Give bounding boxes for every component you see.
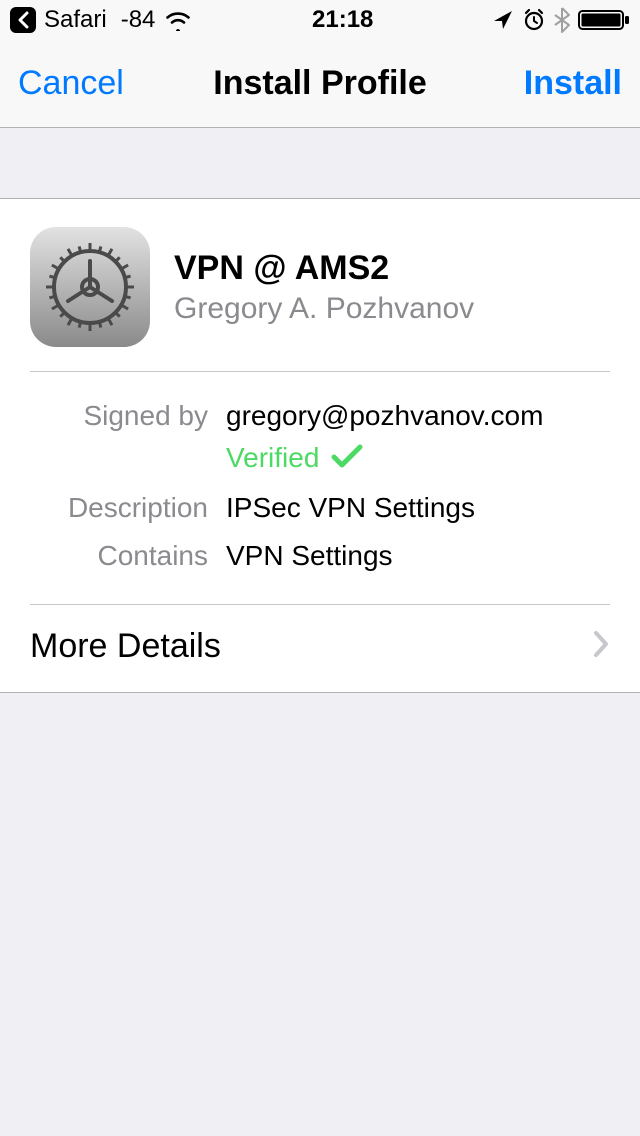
bluetooth-icon bbox=[554, 7, 570, 33]
status-time: 21:18 bbox=[312, 6, 373, 34]
nav-bar: Cancel Install Profile Install bbox=[0, 40, 640, 128]
profile-gear-icon bbox=[30, 227, 150, 347]
more-details-row[interactable]: More Details bbox=[30, 604, 610, 692]
chevron-left-icon bbox=[16, 11, 30, 29]
checkmark-icon bbox=[331, 443, 363, 474]
signal-strength: -84 bbox=[121, 6, 156, 34]
signed-by-row: Signed by gregory@pozhvanov.com bbox=[30, 392, 610, 440]
wifi-icon bbox=[163, 9, 193, 31]
description-label: Description bbox=[30, 492, 226, 524]
card-border bbox=[0, 692, 640, 693]
status-right-group bbox=[492, 7, 630, 33]
verified-status: Verified bbox=[226, 442, 319, 474]
content-area: VPN @ AMS2 Gregory A. Pozhvanov Signed b… bbox=[0, 128, 640, 693]
battery-icon bbox=[578, 8, 630, 32]
back-to-app-label[interactable]: Safari bbox=[44, 6, 107, 34]
profile-info-block: Signed by gregory@pozhvanov.com Verified… bbox=[30, 372, 610, 604]
cancel-button[interactable]: Cancel bbox=[18, 64, 124, 103]
description-value: IPSec VPN Settings bbox=[226, 492, 610, 524]
chevron-right-icon bbox=[592, 629, 610, 664]
profile-card: VPN @ AMS2 Gregory A. Pozhvanov Signed b… bbox=[0, 199, 640, 692]
contains-row: Contains VPN Settings bbox=[30, 532, 610, 580]
verified-row: Verified bbox=[30, 440, 610, 484]
signed-by-label: Signed by bbox=[30, 400, 226, 432]
profile-organization: Gregory A. Pozhvanov bbox=[174, 292, 474, 326]
description-row: Description IPSec VPN Settings bbox=[30, 484, 610, 532]
signed-by-value: gregory@pozhvanov.com bbox=[226, 400, 610, 432]
status-left-group: Safari -84 bbox=[10, 6, 193, 34]
more-details-label: More Details bbox=[30, 627, 221, 666]
contains-value: VPN Settings bbox=[226, 540, 610, 572]
install-button[interactable]: Install bbox=[524, 64, 622, 103]
location-icon bbox=[492, 9, 514, 31]
back-to-app-badge[interactable] bbox=[10, 7, 36, 33]
profile-header: VPN @ AMS2 Gregory A. Pozhvanov bbox=[30, 227, 610, 371]
section-gap bbox=[0, 128, 640, 198]
alarm-icon bbox=[522, 8, 546, 32]
contains-label: Contains bbox=[30, 540, 226, 572]
profile-name: VPN @ AMS2 bbox=[174, 249, 474, 288]
status-bar: Safari -84 21:18 bbox=[0, 0, 640, 40]
profile-title-block: VPN @ AMS2 Gregory A. Pozhvanov bbox=[174, 249, 474, 326]
